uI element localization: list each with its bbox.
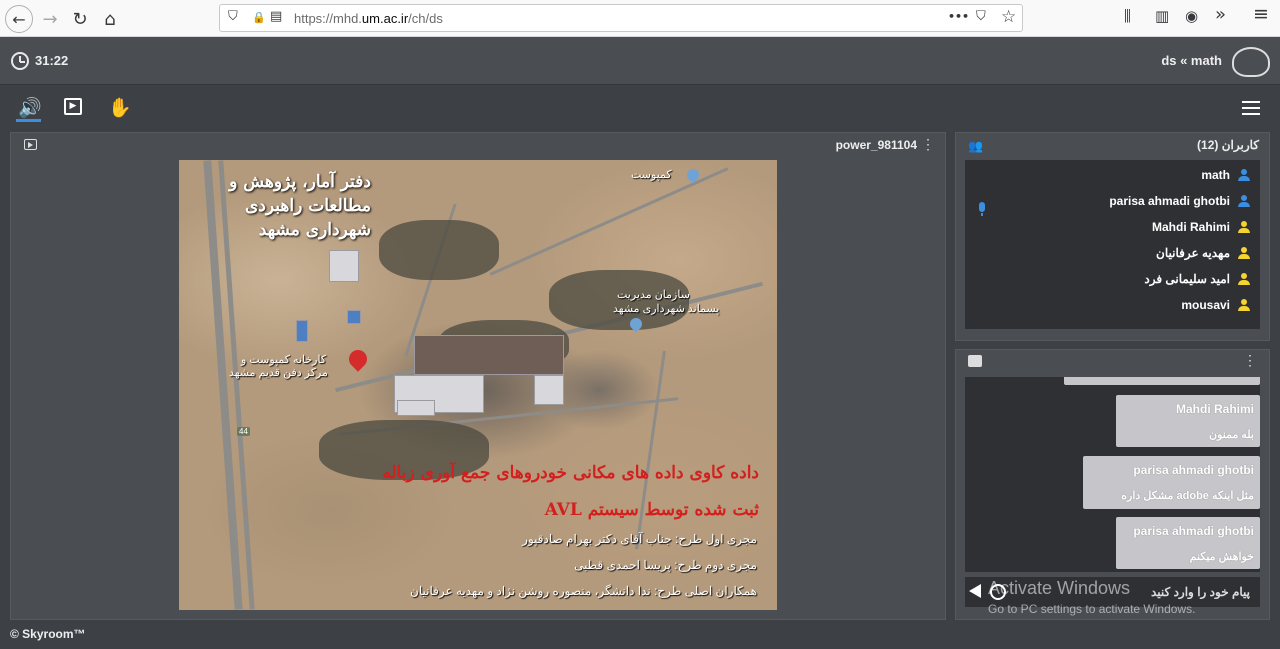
hamburger-menu-icon[interactable] [1242, 101, 1260, 115]
building [347, 310, 361, 324]
chat-messages[interactable]: Mahdi Rahimi بله ممنون parisa ahmadi gho… [965, 377, 1260, 572]
user-item[interactable]: مهدیه عرفانیان [965, 241, 1260, 267]
media-icon[interactable]: ▶ [64, 98, 82, 115]
user-icon [1238, 247, 1250, 260]
user-icon [1238, 273, 1250, 286]
speaker-icon[interactable]: 🔊 [18, 96, 42, 119]
user-name: امید سلیمانی فرد [1144, 272, 1230, 286]
users-icon: 👥 [968, 139, 983, 153]
slide-credit: همکاران اصلی طرح: ندا دانشگر، منصوره روش… [410, 584, 757, 598]
active-indicator [16, 119, 41, 122]
url-path: /ch/ds [408, 11, 443, 26]
slide-credit: مجری دوم طرح: پریسا احمدی قطبی [574, 558, 757, 572]
chat-message-text: بله ممنون [1209, 429, 1254, 441]
user-item[interactable]: mousavi [965, 293, 1260, 319]
user-icon [1238, 169, 1250, 182]
building [329, 250, 359, 282]
map-label-factory: کارخانه کمپوست و [241, 354, 327, 366]
presentation-icon [24, 139, 37, 150]
location-pin-icon [345, 346, 371, 372]
user-name: mousavi [1181, 298, 1230, 312]
back-button[interactable]: ← [5, 5, 33, 33]
tree-area [379, 220, 499, 280]
users-panel: 👥 کاربران (12) math parisa ahmadi ghotbi… [955, 132, 1270, 341]
chat-icon [968, 355, 982, 367]
app-header: 31:22 ds « math [0, 37, 1280, 85]
presentation-panel: power_981104 ⋮ دفتر آمار، پژوهش و مطالعا… [10, 132, 946, 620]
chat-more-icon[interactable]: ⋮ [1243, 352, 1257, 369]
overflow-icon[interactable]: » [1215, 4, 1226, 25]
windows-watermark-title: Activate Windows [988, 578, 1131, 598]
url-text[interactable]: https://mhd.um.ac.ir/ch/ds [294, 11, 443, 26]
browser-menu-icon[interactable]: ≡ [1253, 3, 1269, 25]
session-timer: 31:22 [35, 53, 69, 68]
university-logo-icon [1232, 47, 1270, 77]
chat-message-text: خواهش میکنم [1189, 551, 1254, 563]
reload-button[interactable]: ↻ [66, 5, 94, 33]
chat-message-sender: Mahdi Rahimi [1175, 402, 1254, 416]
user-name: math [1201, 168, 1230, 182]
room-toolbar: 🔊 ▶ ✋ [0, 86, 1280, 130]
building [296, 320, 308, 342]
slide-heading: داده کاوی داده های مکانی خودروهای جمع آو… [382, 463, 759, 483]
map-label-org: پسماند شهرداری مشهد [613, 303, 720, 315]
library-icon[interactable]: ⫼ [1124, 7, 1131, 25]
map-label-org: سازمان مدیریت [617, 289, 690, 301]
user-item[interactable]: parisa ahmadi ghotbi [965, 189, 1260, 215]
lock-icon[interactable]: 🔒 [252, 11, 266, 24]
url-prefix: https://mhd. [294, 11, 362, 26]
home-button[interactable]: ⌂ [96, 5, 124, 33]
address-bar[interactable]: ⛉ 🔒 ▤ https://mhd.um.ac.ir/ch/ds ••• ⛉ ☆ [219, 4, 1023, 32]
users-list[interactable]: math parisa ahmadi ghotbi Mahdi Rahimi م… [965, 160, 1260, 329]
user-icon [1238, 221, 1250, 234]
building [397, 400, 435, 416]
page-actions-icon[interactable]: ••• [948, 10, 969, 23]
slide-title: دفتر آمار، پژوهش و مطالعات راهبردی شهردا… [229, 172, 371, 240]
map-label-kompost: کمپوست [631, 169, 672, 181]
building [534, 375, 564, 405]
browser-toolbar: ← → ↻ ⌂ ⛉ 🔒 ▤ https://mhd.um.ac.ir/ch/ds… [0, 0, 1280, 37]
reader-icon[interactable]: ▤ [270, 9, 282, 24]
user-icon [1238, 195, 1250, 208]
microphone-icon [979, 202, 985, 216]
user-name: parisa ahmadi ghotbi [1109, 194, 1230, 208]
user-item[interactable]: Mahdi Rahimi [965, 215, 1260, 241]
raise-hand-icon[interactable]: ✋ [108, 96, 132, 119]
slide-image: دفتر آمار، پژوهش و مطالعات راهبردی شهردا… [179, 160, 777, 610]
chat-message-sender: parisa ahmadi ghotbi [1133, 524, 1254, 538]
slide-heading-line2: ثبت شده توسط سیستم AVL [544, 500, 759, 520]
road-number-badge: 44 [237, 427, 250, 436]
chat-message: parisa ahmadi ghotbi خواهش میکنم [1116, 517, 1260, 569]
chat-message-sender: parisa ahmadi ghotbi [1133, 463, 1254, 477]
clock-icon [11, 52, 29, 70]
presentation-more-icon[interactable]: ⋮ [921, 136, 935, 153]
chat-message: Mahdi Rahimi بله ممنون [1116, 395, 1260, 447]
slide-credit: مجری اول طرح: جناب آقای دکتر بهرام صادقپ… [522, 532, 757, 546]
user-item[interactable]: math [965, 163, 1260, 189]
send-icon[interactable] [969, 584, 981, 598]
account-icon[interactable]: ◉ [1185, 7, 1198, 25]
composting-area [414, 335, 564, 375]
pocket-icon[interactable]: ⛉ [976, 9, 986, 24]
user-name: مهدیه عرفانیان [1156, 246, 1230, 260]
forward-button[interactable]: → [36, 5, 64, 33]
map-label-factory: مرکز دفن قدیم مشهد [229, 367, 328, 379]
bookmark-star-icon[interactable]: ☆ [1001, 7, 1016, 27]
room-title: ds « math [1161, 53, 1222, 68]
users-panel-title: کاربران (12) [1197, 138, 1259, 152]
shield-icon[interactable]: ⛉ [228, 9, 238, 24]
user-item[interactable]: امید سلیمانی فرد [965, 267, 1260, 293]
url-domain: um.ac.ir [361, 11, 409, 26]
footer-brand: © Skyroom™ [10, 627, 86, 641]
chat-message: parisa ahmadi ghotbi مثل اینکه adobe مشک… [1083, 456, 1260, 509]
presentation-file-name: power_981104 [835, 138, 917, 152]
windows-watermark-subtitle: Go to PC settings to activate Windows. [988, 602, 1196, 616]
chat-message-text: مثل اینکه adobe مشکل داره [1121, 490, 1254, 502]
user-name: Mahdi Rahimi [1151, 220, 1230, 234]
user-icon [1238, 299, 1250, 312]
sidebar-icon[interactable]: ▥ [1155, 7, 1169, 25]
chat-message-partial [1064, 377, 1260, 385]
